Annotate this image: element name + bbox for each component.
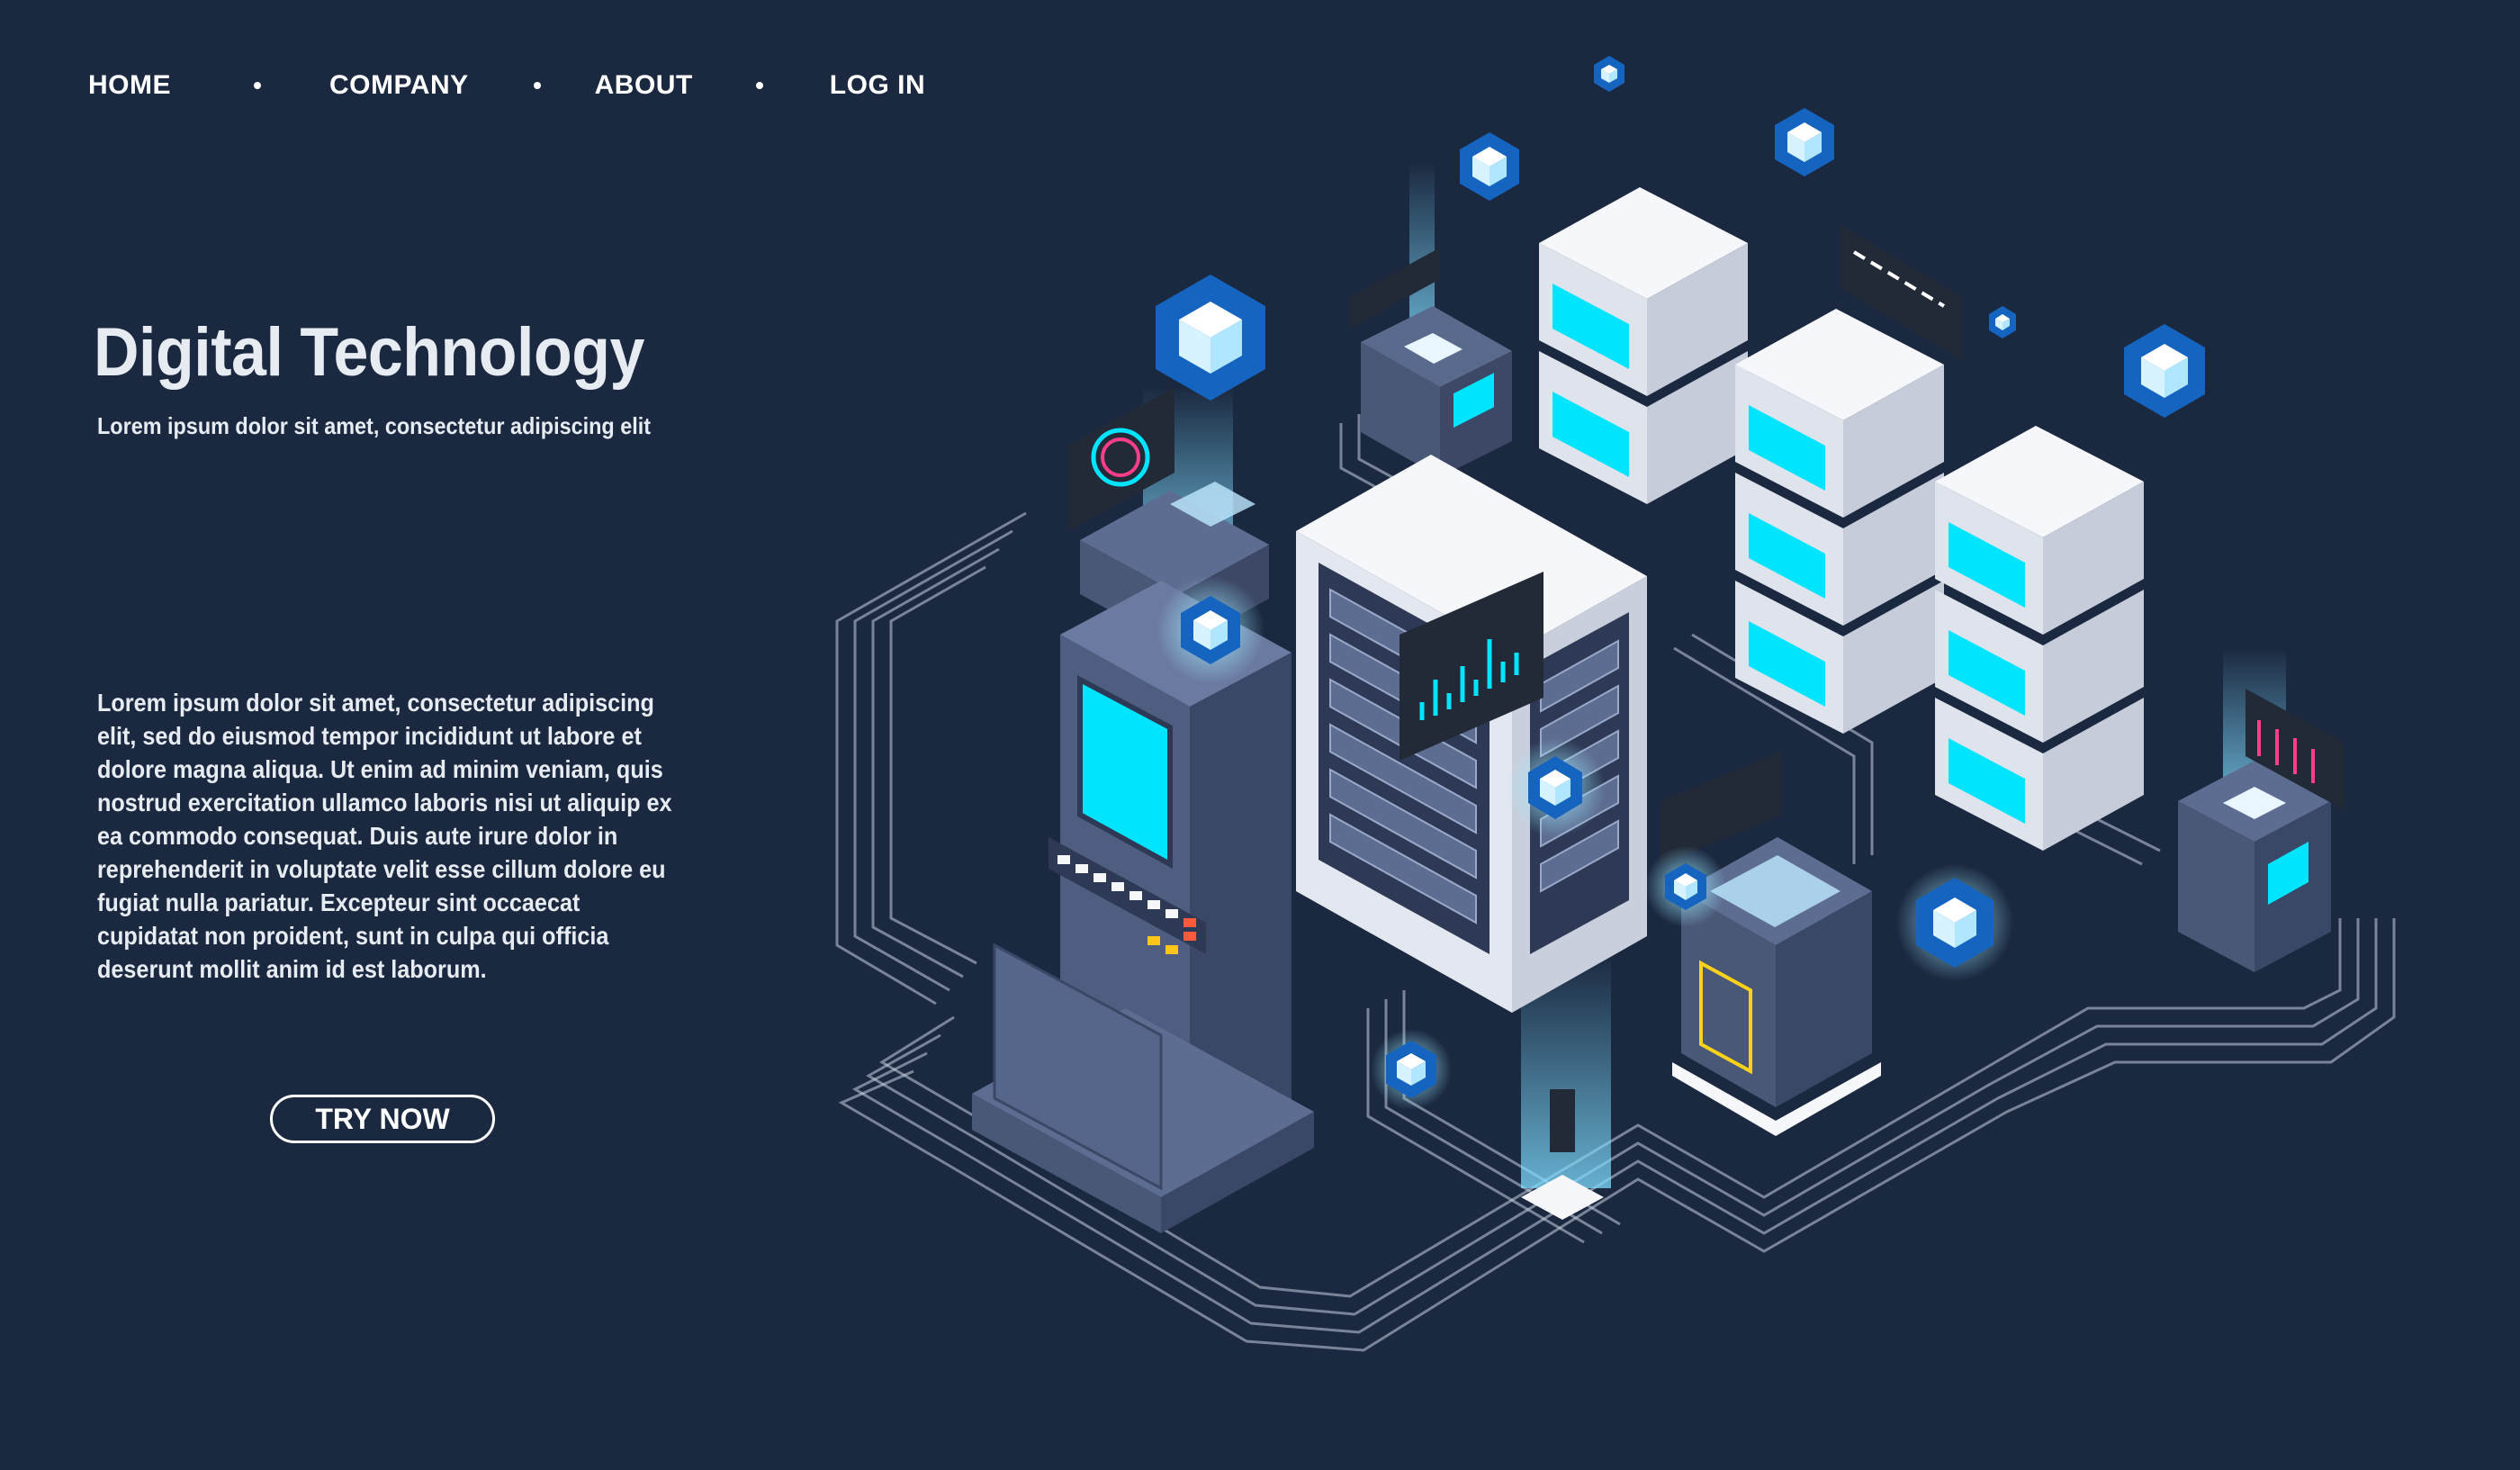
main-server-rack — [1296, 455, 1647, 1013]
control-terminal — [972, 482, 1314, 1233]
isometric-datacenter-illustration — [835, 56, 2396, 1352]
small-server-back — [1361, 306, 1512, 477]
small-server-right — [2178, 761, 2331, 972]
